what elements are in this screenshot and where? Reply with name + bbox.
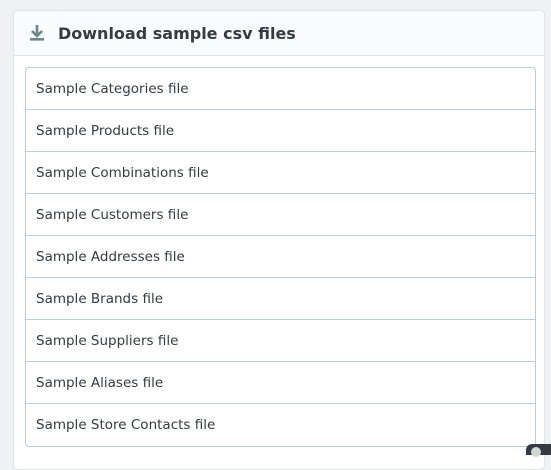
sample-combinations-file-link[interactable]: Sample Combinations file bbox=[26, 152, 535, 194]
sample-files-list: Sample Categories file Sample Products f… bbox=[25, 67, 536, 447]
download-icon bbox=[28, 23, 46, 43]
panel-header: Download sample csv files bbox=[14, 11, 544, 56]
sample-products-file-link[interactable]: Sample Products file bbox=[26, 110, 535, 152]
sample-customers-file-link[interactable]: Sample Customers file bbox=[26, 194, 535, 236]
download-samples-panel: Download sample csv files Sample Categor… bbox=[13, 10, 545, 470]
help-icon bbox=[531, 447, 541, 457]
sample-aliases-file-link[interactable]: Sample Aliases file bbox=[26, 362, 535, 404]
sample-categories-file-link[interactable]: Sample Categories file bbox=[26, 68, 535, 110]
sample-suppliers-file-link[interactable]: Sample Suppliers file bbox=[26, 320, 535, 362]
panel-title: Download sample csv files bbox=[58, 24, 296, 43]
sample-store-contacts-file-link[interactable]: Sample Store Contacts file bbox=[26, 404, 535, 446]
help-widget-button[interactable] bbox=[526, 444, 551, 455]
sample-addresses-file-link[interactable]: Sample Addresses file bbox=[26, 236, 535, 278]
sample-brands-file-link[interactable]: Sample Brands file bbox=[26, 278, 535, 320]
